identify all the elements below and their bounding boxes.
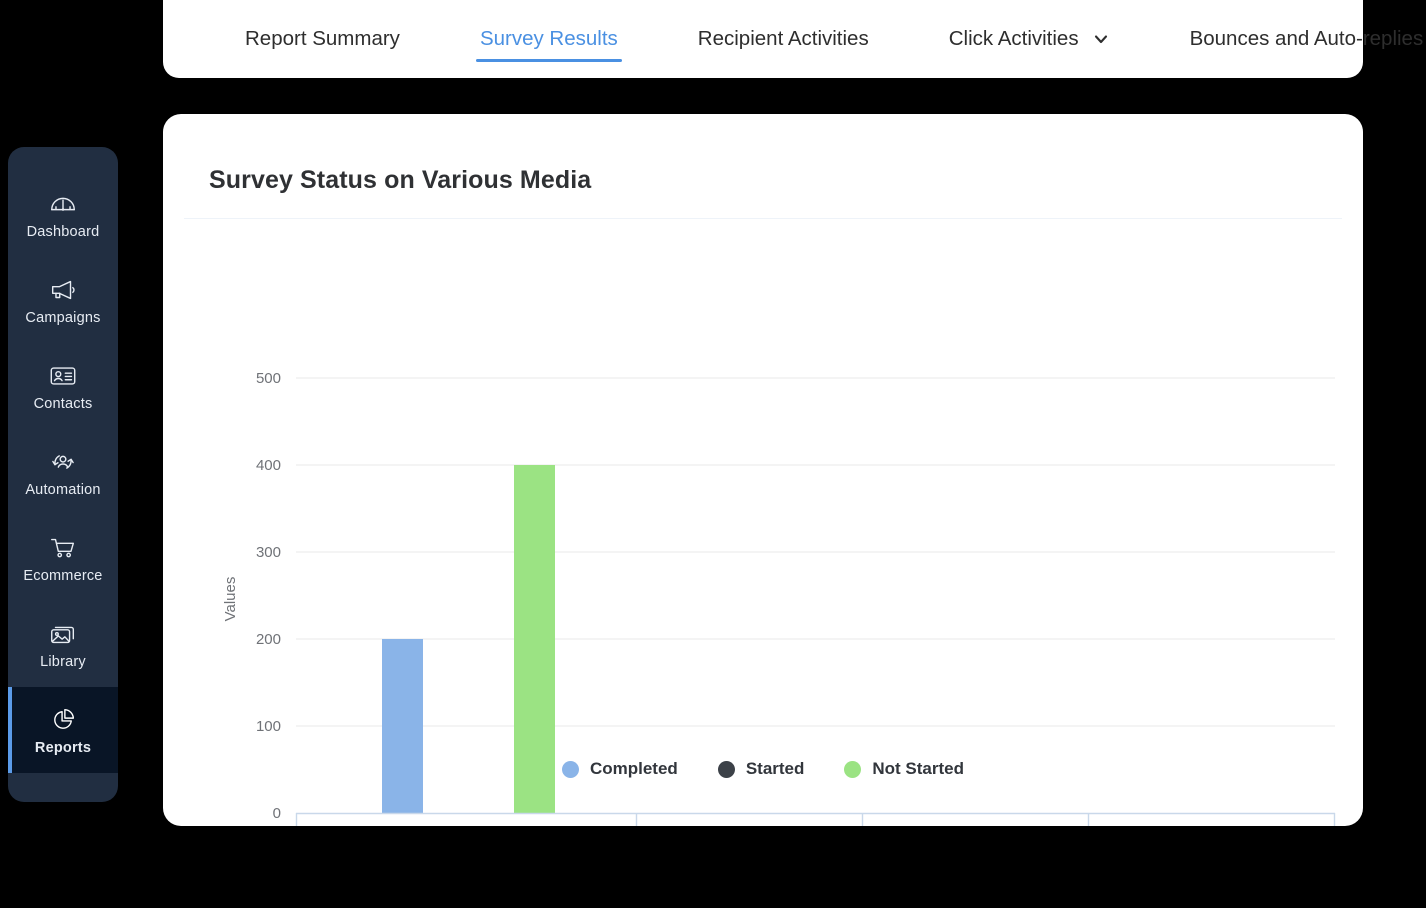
sidebar: Dashboard Campaigns Contacts Automation … [8, 147, 118, 802]
sidebar-item-label: Dashboard [26, 223, 100, 240]
sidebar-item-dashboard[interactable]: Dashboard [8, 171, 118, 257]
y-tick-300: 300 [256, 544, 281, 561]
sidebar-item-contacts[interactable]: Contacts [8, 343, 118, 429]
sidebar-item-library[interactable]: Library [8, 601, 118, 687]
tab-label: Click Activities [948, 27, 1079, 50]
legend-swatch-icon [717, 760, 735, 778]
y-tick-100: 100 [256, 718, 281, 735]
chart-svg: 500 400 300 200 100 0 Values [222, 370, 1336, 826]
chevron-down-icon[interactable] [1092, 30, 1110, 48]
tab-survey-results[interactable]: Survey Results [440, 0, 658, 78]
survey-results-card: Survey Status on Various Media 500 400 3… [163, 114, 1363, 826]
legend-label: Not Started [872, 759, 965, 778]
legend-label: Completed [589, 759, 678, 778]
tab-recipient-activities[interactable]: Recipient Activities [658, 0, 909, 78]
user-sync-icon [48, 447, 78, 477]
sidebar-item-label: Ecommerce [23, 567, 103, 584]
sidebar-item-label: Campaigns [25, 309, 101, 326]
y-tick-500: 500 [256, 370, 281, 387]
y-tick-200: 200 [256, 631, 281, 648]
tab-bar: Report Summary Survey Results Recipient … [163, 0, 1423, 78]
sidebar-item-ecommerce[interactable]: Ecommerce [8, 515, 118, 601]
pie-chart-icon [48, 705, 78, 735]
sidebar-item-reports[interactable]: Reports [8, 687, 118, 773]
tab-list: Report Summary Survey Results Recipient … [163, 0, 1426, 78]
sidebar-item-automation[interactable]: Automation [8, 429, 118, 515]
legend-item-completed[interactable]: Completed [561, 759, 678, 779]
app-root: Dashboard Campaigns Contacts Automation … [0, 0, 1426, 908]
tab-label: Report Summary [245, 27, 400, 50]
tab-label: Survey Results [479, 27, 618, 50]
tab-label: Recipient Activities [697, 27, 869, 50]
sidebar-item-label: Library [40, 653, 86, 670]
tab-bounces-and-auto-replies[interactable]: Bounces and Auto-replies [1150, 0, 1426, 78]
y-tick-400: 400 [256, 457, 281, 474]
legend-swatch-icon [844, 760, 862, 778]
tab-label: Bounces and Auto-replies [1189, 27, 1424, 50]
legend-item-started[interactable]: Started [717, 759, 805, 779]
bar-campaigns-completed [382, 639, 423, 813]
sidebar-item-campaigns[interactable]: Campaigns [8, 257, 118, 343]
survey-status-bar-chart: 500 400 300 200 100 0 Values [163, 114, 1363, 826]
gauge-icon [48, 189, 78, 219]
chart-legend: Completed Started Not Started [163, 759, 1363, 779]
x-axis [295, 812, 1336, 826]
legend-swatch-icon [561, 760, 579, 778]
y-tick-0: 0 [273, 805, 281, 822]
legend-item-not-started[interactable]: Not Started [844, 759, 964, 779]
megaphone-icon [48, 275, 78, 305]
image-stack-icon [48, 619, 78, 649]
sidebar-item-label: Contacts [33, 395, 93, 412]
tab-report-summary[interactable]: Report Summary [205, 0, 440, 78]
chart-gridlines [296, 377, 1335, 727]
y-axis-title: Values [222, 577, 239, 622]
sidebar-item-label: Automation [25, 481, 101, 498]
legend-label: Started [745, 759, 805, 778]
tab-click-activities[interactable]: Click Activities [909, 0, 1150, 78]
y-axis-tick-labels: 500 400 300 200 100 0 [256, 370, 281, 822]
shopping-cart-icon [48, 533, 78, 563]
sidebar-item-label: Reports [34, 739, 92, 756]
contact-card-icon [48, 361, 78, 391]
